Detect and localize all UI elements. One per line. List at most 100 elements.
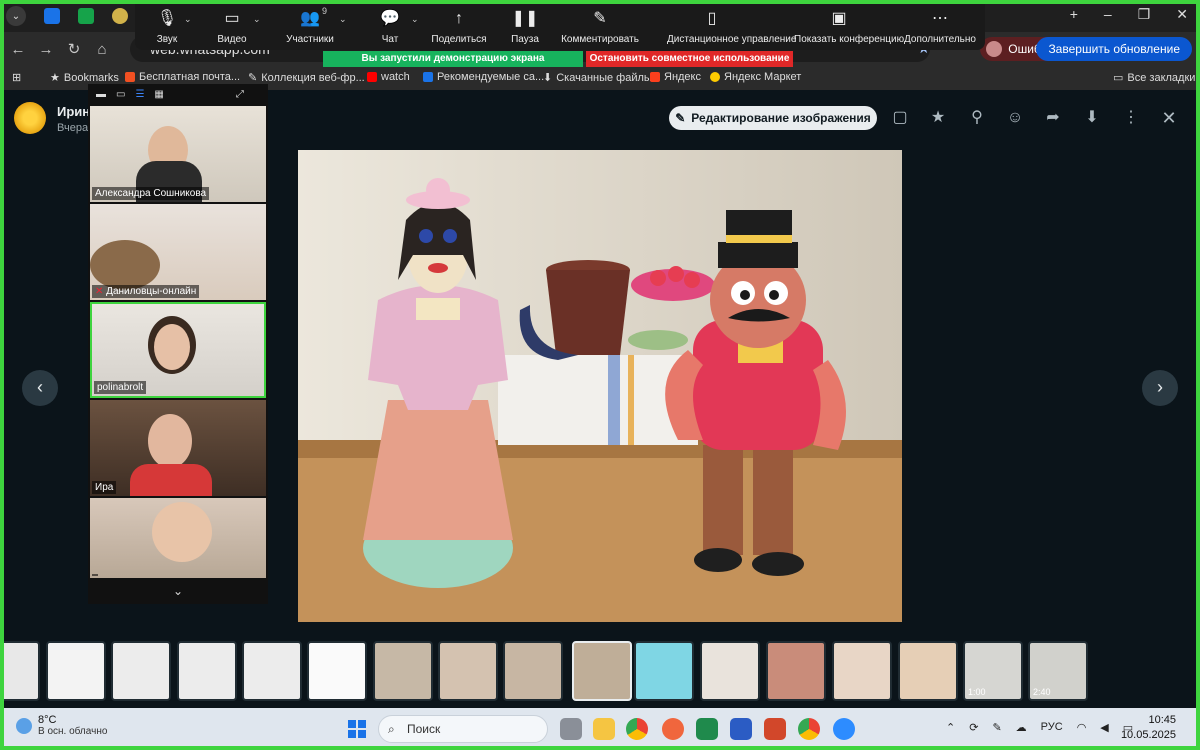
- volume-icon[interactable]: ◀: [1100, 721, 1108, 734]
- media-thumbnail[interactable]: [898, 641, 958, 701]
- bookmark-item[interactable]: ★ Bookmarks: [50, 71, 119, 85]
- media-thumbnail[interactable]: [0, 641, 40, 701]
- finish-update-button[interactable]: Завершить обновление: [1036, 37, 1192, 61]
- bookmark-item[interactable]: ✎ Коллекция веб-фр...: [248, 71, 365, 85]
- video-button[interactable]: ▭ Видео ⌄: [187, 8, 277, 45]
- annotate-button[interactable]: ✎ Комментировать: [555, 8, 645, 45]
- clock[interactable]: 10:45 10.05.2025: [1121, 713, 1176, 743]
- star-icon[interactable]: ★: [927, 106, 949, 130]
- participant-tile[interactable]: ✕ Даниловцы-онлайн: [90, 204, 266, 300]
- chrome-icon[interactable]: [626, 718, 648, 740]
- download-icon[interactable]: ⬇: [1081, 106, 1103, 130]
- participant-name: [92, 574, 98, 576]
- participants-button[interactable]: 👥 Участники 9 ⌄: [265, 6, 355, 45]
- minimize-icon[interactable]: ▬: [96, 89, 106, 100]
- windows-logo-icon: [348, 730, 356, 738]
- media-thumbnail[interactable]: [177, 641, 237, 701]
- new-tab-icon[interactable]: +: [1070, 6, 1078, 23]
- home-icon[interactable]: ⌂: [88, 41, 116, 58]
- message-icon[interactable]: ▢: [889, 106, 911, 130]
- expand-icon[interactable]: ⤢: [236, 89, 244, 100]
- participant-tile-active-speaker[interactable]: polinabrolt: [90, 302, 266, 398]
- bookmark-item[interactable]: ⬇ Скачанные файлы: [543, 71, 652, 85]
- tab-search-dropdown[interactable]: ⌄: [6, 6, 26, 26]
- show-meeting-button[interactable]: ▣ Показать конференцию: [794, 8, 904, 45]
- grid-view-icon[interactable]: ▦: [154, 89, 163, 100]
- chevron-down-icon[interactable]: ⌄: [88, 584, 268, 598]
- media-thumbnail[interactable]: [242, 641, 302, 701]
- taskbar-search[interactable]: ⌕ Поиск: [378, 715, 548, 743]
- remote-control-icon: ▯: [707, 10, 717, 27]
- weather-widget[interactable]: 8°C В осн. облачно: [16, 714, 107, 737]
- minimize-icon[interactable]: –: [1104, 6, 1112, 23]
- stop-share-label: Остановить совместное использование: [589, 53, 790, 64]
- close-window-icon[interactable]: ✕: [1176, 6, 1188, 23]
- task-view-icon[interactable]: [560, 718, 582, 740]
- bookmark-item[interactable]: watch: [367, 71, 410, 83]
- media-thumbnail[interactable]: [700, 641, 760, 701]
- back-icon[interactable]: ←: [4, 41, 32, 58]
- media-thumbnail[interactable]: [766, 641, 826, 701]
- menu-icon[interactable]: ⋮: [1120, 106, 1142, 130]
- excel-icon[interactable]: [696, 718, 718, 740]
- reload-icon[interactable]: ↻: [60, 40, 88, 58]
- strip-view-icon[interactable]: ☰: [135, 89, 144, 100]
- media-thumbnail-video[interactable]: 1:00: [963, 641, 1023, 701]
- media-thumbnail-video[interactable]: 2:40: [1028, 641, 1088, 701]
- participant-name-badge: ✕ Даниловцы-онлайн: [92, 285, 200, 298]
- sheets-tab-icon[interactable]: [78, 8, 94, 24]
- avatar[interactable]: [14, 102, 46, 134]
- pen-icon[interactable]: ✎: [992, 721, 1001, 734]
- close-icon[interactable]: ✕: [1158, 106, 1180, 130]
- mail-tab-icon[interactable]: [44, 8, 60, 24]
- participant-name: Александра Сошникова: [92, 187, 210, 200]
- sync-icon[interactable]: ⟳: [969, 721, 978, 734]
- next-media-button[interactable]: ›: [1142, 370, 1178, 406]
- media-thumbnail[interactable]: [438, 641, 498, 701]
- emoji-icon[interactable]: ☺: [1004, 106, 1026, 130]
- previous-media-button[interactable]: ‹: [22, 370, 58, 406]
- media-thumbnail[interactable]: [634, 641, 694, 701]
- chrome-icon[interactable]: [798, 718, 820, 740]
- chevron-down-icon[interactable]: ⌄: [253, 14, 261, 25]
- windows-logo-icon: [358, 730, 366, 738]
- participant-tile[interactable]: Ира: [90, 400, 266, 496]
- bookmark-item[interactable]: Яндекс: [650, 71, 701, 83]
- more-label: Дополнительно: [904, 34, 976, 45]
- bookmark-item[interactable]: Яндекс Маркет: [710, 71, 801, 83]
- more-button[interactable]: ⋯ Дополнительно: [895, 8, 985, 45]
- media-thumbnail[interactable]: [307, 641, 367, 701]
- media-thumbnail[interactable]: [111, 641, 171, 701]
- speaker-view-icon[interactable]: ▭: [116, 89, 125, 100]
- remote-control-button[interactable]: ▯ Дистанционное управление: [667, 8, 796, 45]
- cloud-icon[interactable]: ☁: [1016, 721, 1027, 734]
- zoom-video-gallery: ▬ ▭ ☰ ▦ ⤢ Александра Сошникова ✕ Данилов…: [88, 84, 268, 604]
- chevron-up-icon[interactable]: ⌃: [946, 721, 955, 734]
- bookmark-item[interactable]: Рекомендуемые са...: [423, 71, 544, 83]
- pin-icon[interactable]: ⚲: [966, 106, 988, 130]
- media-thumbnail[interactable]: [46, 641, 106, 701]
- wifi-icon[interactable]: ◠: [1077, 721, 1087, 734]
- powerpoint-icon[interactable]: [764, 718, 786, 740]
- forward-icon[interactable]: ➦: [1042, 106, 1064, 130]
- zoom-app-icon[interactable]: [833, 718, 855, 740]
- participant-tile[interactable]: Александра Сошникова: [90, 106, 266, 202]
- edit-image-button[interactable]: ✎ Редактирование изображения: [669, 106, 877, 130]
- maximize-icon[interactable]: ❐: [1138, 6, 1151, 23]
- all-bookmarks-button[interactable]: ▭ Все закладки: [1113, 71, 1195, 85]
- start-button[interactable]: [348, 720, 366, 738]
- apps-icon[interactable]: ⊞: [12, 71, 21, 84]
- participant-tile[interactable]: [90, 498, 266, 578]
- stop-share-button[interactable]: Остановить совместное использование: [586, 51, 793, 67]
- bookmark-item[interactable]: Бесплатная почта...: [125, 71, 240, 83]
- forward-icon[interactable]: →: [32, 41, 60, 58]
- media-thumbnail-selected[interactable]: [572, 641, 632, 701]
- media-thumbnail[interactable]: [503, 641, 563, 701]
- file-explorer-icon[interactable]: [593, 718, 615, 740]
- language-indicator[interactable]: РУС: [1041, 721, 1063, 734]
- app-icon[interactable]: [662, 718, 684, 740]
- media-thumbnail[interactable]: [373, 641, 433, 701]
- word-icon[interactable]: [730, 718, 752, 740]
- media-thumbnail[interactable]: [832, 641, 892, 701]
- video-icon: ▭: [224, 10, 240, 27]
